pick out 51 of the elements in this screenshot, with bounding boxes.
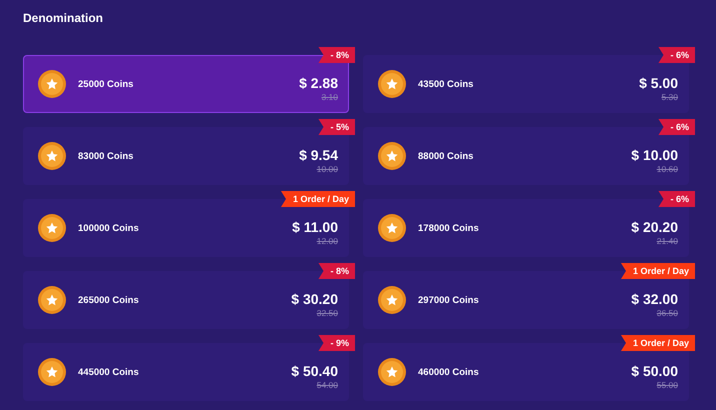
coin-star-icon bbox=[378, 214, 406, 242]
coin-star-icon bbox=[378, 70, 406, 98]
original-price: 21.40 bbox=[656, 235, 678, 247]
price: $ 50.00 bbox=[631, 363, 678, 379]
coin-amount: 297000 Coins bbox=[418, 294, 480, 306]
coin-amount: 460000 Coins bbox=[418, 366, 480, 378]
coin-amount: 265000 Coins bbox=[78, 294, 140, 306]
coin-star-icon bbox=[38, 214, 66, 242]
promo-ribbon: - 8% bbox=[318, 47, 355, 63]
price: $ 20.20 bbox=[631, 219, 678, 235]
coin-amount: 445000 Coins bbox=[78, 366, 140, 378]
coin-amount: 25000 Coins bbox=[78, 78, 134, 90]
price: $ 11.00 bbox=[292, 219, 338, 235]
original-price: 36.50 bbox=[656, 307, 678, 319]
promo-ribbon: - 8% bbox=[318, 263, 355, 279]
promo-ribbon: - 5% bbox=[318, 119, 355, 135]
coin-star-icon bbox=[38, 142, 66, 170]
promo-ribbon: - 6% bbox=[658, 119, 695, 135]
coin-star-icon bbox=[38, 358, 66, 386]
original-price: 32.50 bbox=[316, 307, 338, 319]
coin-star-icon bbox=[38, 70, 66, 98]
original-price: 10.00 bbox=[316, 163, 338, 175]
promo-ribbon: - 6% bbox=[658, 47, 695, 63]
original-price: 10.60 bbox=[656, 163, 678, 175]
original-price: 5.30 bbox=[661, 91, 678, 103]
promo-ribbon: - 6% bbox=[658, 191, 695, 207]
coin-amount: 178000 Coins bbox=[418, 222, 480, 234]
section-title: Denomination bbox=[23, 11, 104, 25]
original-price: 55.00 bbox=[656, 379, 678, 391]
price: $ 9.54 bbox=[299, 147, 338, 163]
promo-ribbon: - 9% bbox=[318, 335, 355, 351]
price: $ 5.00 bbox=[639, 75, 678, 91]
coin-amount: 100000 Coins bbox=[78, 222, 140, 234]
coin-star-icon bbox=[378, 286, 406, 314]
coin-star-icon bbox=[378, 358, 406, 386]
price: $ 2.88 bbox=[299, 75, 338, 91]
coin-amount: 88000 Coins bbox=[418, 150, 474, 162]
coin-star-icon bbox=[378, 142, 406, 170]
original-price: 3.10 bbox=[321, 91, 338, 103]
price: $ 32.00 bbox=[631, 291, 678, 307]
coin-star-icon bbox=[38, 286, 66, 314]
promo-ribbon: 1 Order / Day bbox=[620, 335, 695, 351]
price: $ 10.00 bbox=[631, 147, 678, 163]
price: $ 50.40 bbox=[291, 363, 338, 379]
coin-amount: 83000 Coins bbox=[78, 150, 134, 162]
price: $ 30.20 bbox=[291, 291, 338, 307]
original-price: 12.00 bbox=[316, 235, 338, 247]
original-price: 54.00 bbox=[316, 379, 338, 391]
promo-ribbon: 1 Order / Day bbox=[280, 191, 355, 207]
coin-amount: 43500 Coins bbox=[418, 78, 474, 90]
promo-ribbon: 1 Order / Day bbox=[620, 263, 695, 279]
